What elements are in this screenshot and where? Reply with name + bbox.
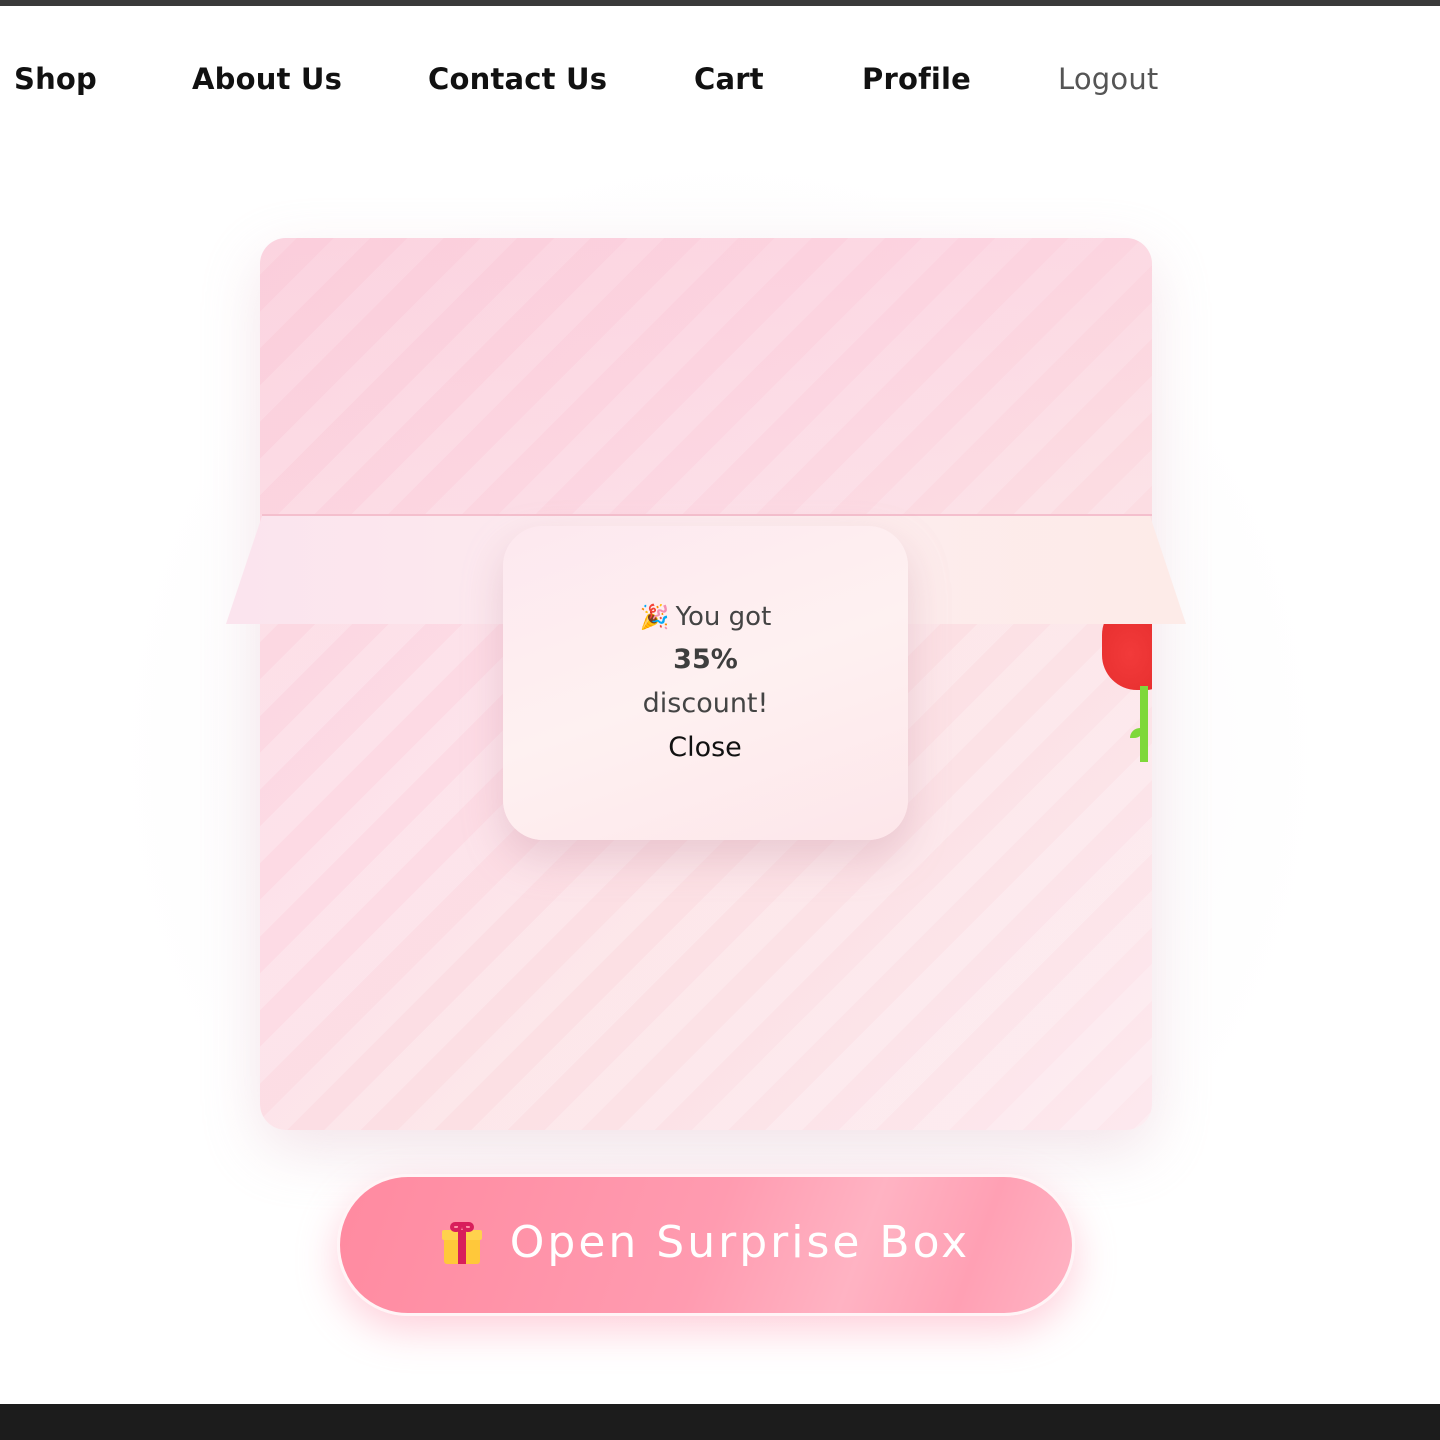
popup-line-you-got: You got — [675, 602, 772, 632]
rose-icon — [1100, 600, 1152, 770]
popup-message: 🎉 You got — [503, 602, 908, 632]
discount-percent: 35% — [673, 644, 738, 675]
open-surprise-box-button[interactable]: Open Surprise Box — [337, 1174, 1075, 1316]
cta-content: Open Surprise Box — [340, 1217, 1072, 1268]
bottom-window-border — [0, 1404, 1440, 1440]
nav-cart-link[interactable]: Cart — [694, 62, 764, 96]
nav-shop-link[interactable]: Shop — [14, 62, 97, 96]
nav-about-link[interactable]: About Us — [192, 62, 342, 96]
party-popper-icon: 🎉 — [639, 603, 670, 631]
main-nav: Shop About Us Contact Us Cart Profile Lo… — [0, 62, 1440, 106]
rose-stem — [1140, 686, 1148, 762]
popup-line-discount: discount! — [642, 688, 769, 719]
close-button[interactable]: Close — [655, 732, 755, 763]
nav-profile-link[interactable]: Profile — [862, 62, 971, 96]
cta-label: Open Surprise Box — [509, 1217, 971, 1268]
nav-logout-link[interactable]: Logout — [1058, 62, 1159, 96]
discount-popup: 🎉 You got 35% discount! Close — [503, 526, 908, 840]
lid-edge — [262, 514, 1152, 516]
nav-contact-link[interactable]: Contact Us — [428, 62, 607, 96]
top-window-border — [0, 0, 1440, 6]
gift-icon — [441, 1221, 482, 1264]
box-top-panel — [260, 238, 1152, 514]
